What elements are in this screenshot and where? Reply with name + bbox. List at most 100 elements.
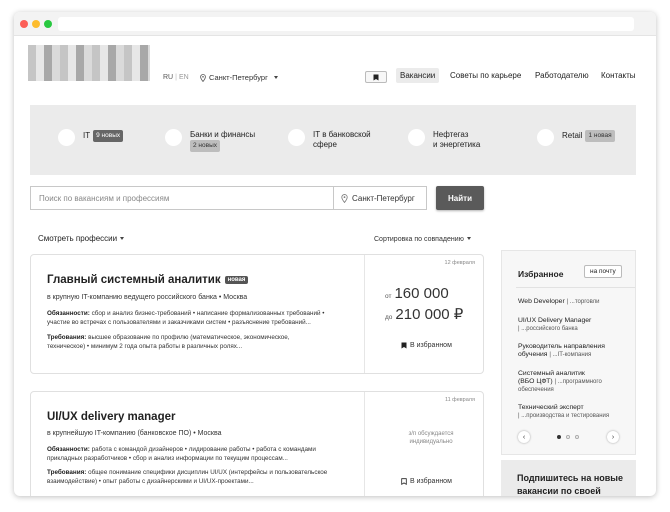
address-bar[interactable]	[58, 17, 634, 31]
requirements-label: Требования:	[47, 469, 87, 476]
page: RU | EN Санкт-Петербург Вакансии Советы по…	[14, 37, 656, 496]
favorites-panel: Избранное на почту Web Developer | ...то…	[501, 250, 636, 455]
logo[interactable]	[28, 45, 150, 81]
salary-from: от 160 000	[385, 285, 449, 302]
duties-label: Обязанности:	[47, 310, 90, 317]
location-pin-icon	[341, 193, 348, 203]
favorite-item-title: Системный аналитик	[518, 370, 585, 377]
new-badge: новая	[224, 276, 249, 284]
page-dot[interactable]	[566, 435, 570, 439]
search-city-field[interactable]: Санкт-Петербург	[333, 186, 427, 210]
minimize-window-button[interactable]	[32, 20, 40, 28]
search-button[interactable]: Найти	[436, 186, 484, 210]
city-selector[interactable]: Санкт-Петербург	[200, 73, 278, 82]
category-label: Нефтегаз	[433, 130, 469, 139]
favorite-toggle[interactable]: В избранном	[401, 342, 452, 349]
favorite-item-sub: | ...производства и тестирования	[518, 413, 610, 420]
category-it[interactable]: IT 9 новых	[58, 129, 124, 146]
subscribe-panel[interactable]: Подпишитесь на новые вакансии по своей п…	[501, 460, 636, 496]
maximize-window-button[interactable]	[44, 20, 52, 28]
category-retail[interactable]: Retail 1 новая	[537, 129, 615, 146]
requirements-text: общее понимание специфики дисциплин UI/U…	[88, 469, 328, 476]
category-label: IT в банковской	[313, 130, 371, 139]
bookmark-outline-icon	[401, 478, 407, 485]
category-label: Retail	[562, 131, 583, 140]
salary-to-value: 210 000 ₽	[395, 306, 464, 323]
duties-label: Обязанности:	[47, 446, 90, 453]
favorite-item[interactable]: Системный аналитик (ВБО ЦФТ) | ...програм…	[518, 370, 630, 395]
salary-negotiable: з/п обсуждается индивидуально	[381, 431, 481, 446]
category-banks[interactable]: Банки и финансы 2 новых	[165, 129, 255, 152]
lang-en[interactable]: EN	[179, 74, 189, 81]
duties-text: работа с командой дизайнеров • лидирован…	[91, 446, 316, 453]
category-oil-gas[interactable]: Нефтегаз и энергетика	[408, 129, 480, 150]
subscribe-text: Подпишитесь на новые вакансии по своей п…	[517, 473, 623, 496]
job-duties: Обязанности: сбор и анализ бизнес-требов…	[47, 310, 347, 327]
salary-note-2: индивидуально	[409, 438, 453, 445]
search-input[interactable]: Поиск по вакансиям и профессиям	[30, 186, 349, 210]
chevron-down-icon	[273, 76, 278, 79]
requirements-text-2: техническое) • минимум 2 года опыта рабо…	[47, 342, 243, 350]
job-card[interactable]: 11 февраля UI/UX delivery manager в круп…	[30, 391, 484, 496]
chevron-down-icon	[466, 237, 471, 240]
job-title[interactable]: UI/UX delivery manager	[47, 411, 175, 423]
favorite-item-title-2: (ВБО ЦФТ)	[518, 378, 553, 386]
job-date: 12 февраля	[444, 260, 475, 266]
favorite-item[interactable]: Руководитель направления обучения | ...IT…	[518, 343, 630, 359]
category-icon	[58, 129, 75, 146]
favorite-item-title-2: обучения	[518, 351, 548, 359]
favorites-title: Избранное	[518, 269, 564, 279]
page-dot[interactable]	[557, 435, 561, 439]
favorite-item[interactable]: Технический эксперт | ...производства и т…	[518, 404, 630, 420]
card-divider	[364, 392, 365, 496]
category-icon	[288, 129, 305, 146]
category-label: Банки и финансы	[190, 130, 256, 139]
favorite-item[interactable]: Web Developer | ...торговли	[518, 298, 630, 306]
category-label-line2: и энергетика	[433, 140, 481, 149]
close-window-button[interactable]	[20, 20, 28, 28]
job-title[interactable]: Главный системный аналитик новая	[47, 274, 249, 286]
category-it-banking[interactable]: IT в банковской сфере	[288, 129, 371, 150]
favorite-item-title: Руководитель направления	[518, 343, 605, 350]
salary-from-value: 160 000	[394, 285, 449, 302]
next-arrow-button[interactable]: ›	[607, 431, 619, 443]
nav-career-tips[interactable]: Советы по карьере	[446, 68, 525, 83]
job-duties: Обязанности: работа с командой дизайнеро…	[47, 446, 347, 463]
divider	[516, 287, 635, 288]
requirements-label: Требования:	[47, 334, 87, 341]
category-label: IT	[83, 131, 91, 140]
nav-employers[interactable]: Работодателю	[531, 68, 593, 83]
browser-window: RU | EN Санкт-Петербург Вакансии Советы по…	[14, 12, 656, 496]
job-card[interactable]: 12 февраля Главный системный аналитик нов…	[30, 254, 484, 374]
nav-vacancies[interactable]: Вакансии	[396, 68, 440, 83]
title-bar	[14, 12, 656, 36]
lang-ru[interactable]: RU	[163, 74, 173, 81]
sort-dropdown[interactable]: Сортировка по совпадению	[374, 236, 471, 243]
city-label: Санкт-Петербург	[209, 73, 268, 82]
favorite-label: В избранном	[410, 478, 452, 485]
job-company: в крупную IT-компанию ведущего российско…	[47, 294, 248, 301]
favorite-item-title: Web Developer	[518, 298, 565, 305]
page-dot[interactable]	[575, 435, 579, 439]
category-badge: 1 новая	[585, 130, 615, 142]
bookmarks-button[interactable]	[365, 71, 387, 83]
sort-label: Сортировка по совпадению	[374, 236, 464, 243]
bookmark-icon	[401, 342, 407, 349]
favorite-toggle[interactable]: В избранном	[401, 478, 452, 485]
send-to-email-button[interactable]: на почту	[584, 265, 622, 278]
professions-dropdown[interactable]: Смотреть профессии	[38, 234, 125, 243]
requirements-text-2: взаимодействие) • опыт работы с дизайнер…	[47, 477, 254, 485]
favorite-item-title: UI/UX Delivery Manager	[518, 317, 592, 324]
category-panel: IT 9 новых Банки и финансы 2 новых IT в ба…	[30, 105, 636, 175]
chevron-down-icon	[120, 237, 125, 240]
favorite-item-sub: | ...IT-компания	[549, 352, 592, 359]
prev-arrow-button[interactable]: ‹	[518, 431, 530, 443]
category-badge: 2 новых	[190, 140, 221, 152]
language-switch: RU | EN	[163, 74, 189, 81]
nav-contacts[interactable]: Контакты	[597, 68, 640, 83]
job-company: в крупнейшую IT-компанию (банковское ПО)…	[47, 430, 222, 437]
job-requirements: Требования: высшее образование по профил…	[47, 334, 347, 351]
search-city-value: Санкт-Петербург	[352, 193, 415, 203]
favorite-item[interactable]: UI/UX Delivery Manager | ...российского б…	[518, 317, 630, 333]
favorite-item-title: Технический эксперт	[518, 404, 584, 411]
